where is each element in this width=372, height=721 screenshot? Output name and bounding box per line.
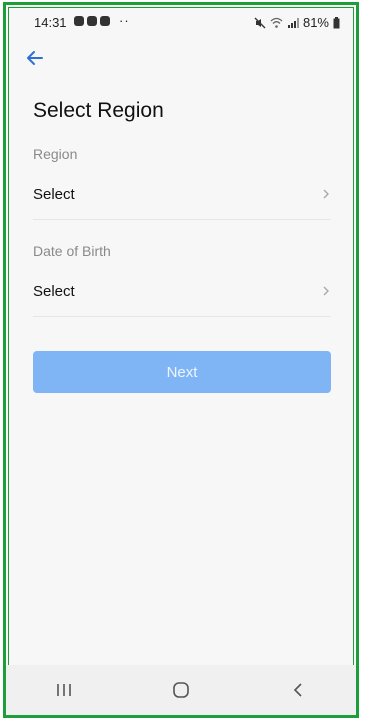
navigation-back-icon [293,683,302,697]
chevron-right-icon [323,189,329,199]
back-button[interactable] [24,47,46,69]
status-right: 81% [254,15,340,30]
home-button[interactable] [161,675,201,705]
signal-icon [287,17,299,28]
message-icon [87,15,97,26]
notification-icons: ·· [74,13,130,28]
region-value: Select [33,185,75,203]
status-time: 14:31 [34,15,67,30]
home-icon [173,682,189,698]
chat-icon [74,15,84,26]
region-selector[interactable]: Select [33,172,331,216]
divider [33,219,331,220]
dob-selector[interactable]: Select [33,269,331,313]
more-notifications: ·· [119,13,130,28]
page-title: Select Region [33,99,164,122]
dob-label: Date of Birth [33,243,111,259]
chevron-right-icon [323,286,329,296]
next-button[interactable]: Next [33,351,331,393]
region-label: Region [33,146,78,162]
wifi-icon [270,17,283,28]
recent-apps-button[interactable] [44,675,84,705]
arrow-left-icon [27,51,43,65]
status-bar: 14:31 ·· 81% [6,5,356,37]
dob-value: Select [33,282,75,300]
divider [33,316,331,317]
battery-icon [333,16,340,28]
recent-apps-icon [57,684,72,696]
system-nav-bar [6,665,356,715]
mute-icon [254,17,266,28]
battery-percent: 81% [302,15,329,30]
nav-back-button[interactable] [278,675,318,705]
bag-icon [100,15,110,26]
device-frame: 14:31 ·· 81% Select Region Region Select… [3,2,359,718]
